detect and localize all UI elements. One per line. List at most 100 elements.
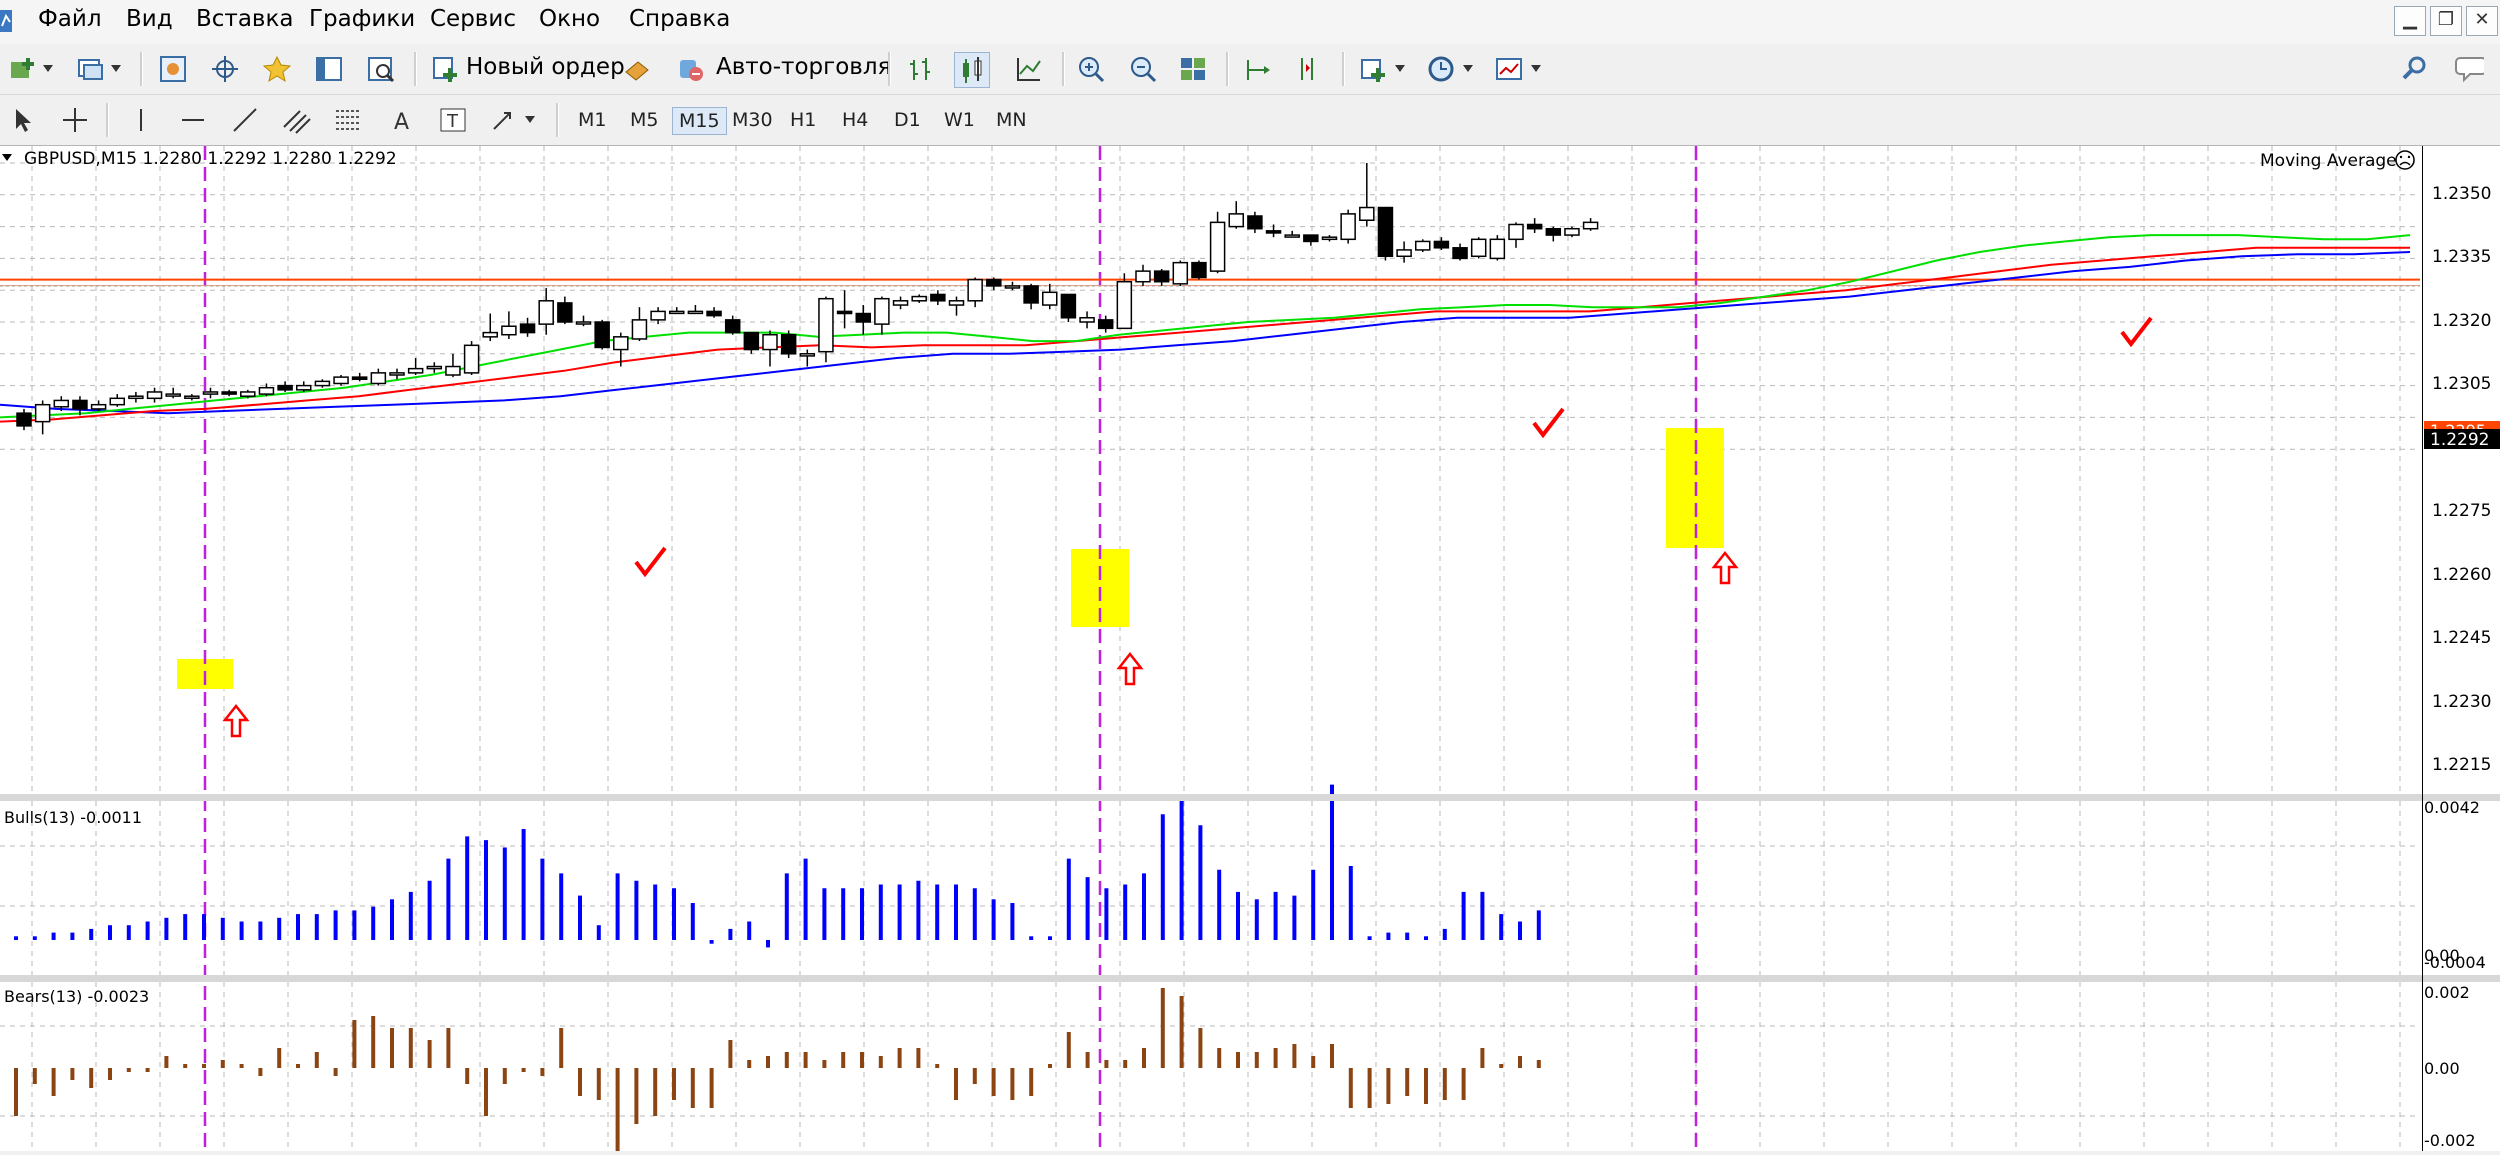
menu-tools[interactable]: Сервис [430, 6, 516, 32]
timeframe-w1[interactable]: W1 [938, 107, 981, 133]
timeframe-m30[interactable]: M30 [726, 107, 779, 133]
new-order-icon[interactable] [428, 52, 462, 86]
chevron-down-icon[interactable] [106, 52, 126, 86]
equidistant-channel-icon[interactable] [280, 103, 314, 137]
vertical-line-icon[interactable] [124, 103, 158, 137]
chevron-down-icon[interactable] [2, 154, 12, 161]
candle-body [1209, 221, 1226, 272]
chevron-down-icon[interactable] [38, 52, 58, 86]
fibonacci-icon[interactable] [332, 103, 366, 137]
candle-body [557, 302, 573, 323]
candle-body [1060, 293, 1077, 319]
indicators-icon[interactable] [1356, 52, 1390, 86]
price-scale: 1.2350 1.2335 1.2320 1.2305 1.2275 1.226… [2432, 184, 2491, 775]
candle-body [351, 376, 368, 380]
restore-button[interactable]: ❐ [2430, 6, 2462, 36]
chevron-down-icon[interactable] [1390, 52, 1410, 86]
timeframe-m15[interactable]: M15 [672, 107, 727, 135]
menu-help[interactable]: Справка [629, 6, 730, 32]
candle-body [16, 412, 32, 427]
candle-body [389, 372, 405, 376]
market-watch-icon[interactable] [156, 52, 190, 86]
timeframe-h4[interactable]: H4 [836, 107, 874, 133]
candle-body [1321, 236, 1338, 241]
zoom-in-icon[interactable] [1074, 52, 1108, 86]
bears-scale-tick: 0.00 [2424, 1059, 2460, 1078]
arrows-icon[interactable] [488, 103, 522, 137]
horizontal-line-icon[interactable] [176, 103, 210, 137]
timeframe-m1[interactable]: M1 [572, 107, 612, 133]
chart-window[interactable]: GBPUSD,M15 1.2280 1.2292 1.2280 1.2292 M… [0, 146, 2500, 1155]
candle-body [1079, 317, 1095, 323]
bulls-scale-tick: 0.0042 [2424, 798, 2480, 817]
auto-scroll-icon[interactable] [1292, 52, 1326, 86]
candle-body [669, 310, 685, 315]
search-icon[interactable] [2398, 52, 2432, 86]
candlestick-chart-icon[interactable] [954, 52, 990, 88]
candle-body [407, 367, 424, 374]
panel-splitter[interactable] [0, 975, 2500, 982]
chevron-down-icon[interactable] [1526, 52, 1546, 86]
price-chart[interactable]: GBPUSD,M15 1.2280 1.2292 1.2280 1.2292 M… [0, 146, 2500, 1155]
chevron-down-icon[interactable] [1458, 52, 1478, 86]
bar-chart-icon[interactable] [904, 52, 938, 86]
profiles-icon[interactable] [74, 52, 108, 86]
menu-view[interactable]: Вид [126, 6, 173, 32]
text-label-icon[interactable]: T [436, 103, 470, 137]
candle-body [1582, 221, 1599, 230]
new-chart-icon[interactable] [6, 52, 40, 86]
symbol-header: GBPUSD,M15 1.2280 1.2292 1.2280 1.2292 [24, 149, 397, 169]
bulls-indicator-label: Bulls(13) -0.0011 [4, 808, 142, 827]
minimize-button[interactable]: ▁ [2394, 6, 2426, 36]
auto-trading-button[interactable]: Авто-торговля [716, 54, 891, 80]
timeframe-mn[interactable]: MN [990, 107, 1033, 133]
tester-icon[interactable] [364, 52, 398, 86]
timeframe-m5[interactable]: M5 [624, 107, 664, 133]
price-tick: 1.2260 [2432, 565, 2491, 585]
timeframe-h1[interactable]: H1 [784, 107, 822, 133]
close-button[interactable]: ✕ [2466, 6, 2498, 36]
chat-icon[interactable] [2450, 52, 2484, 86]
bulls-power-bars [14, 784, 1541, 948]
chart-shift-icon[interactable] [1240, 52, 1274, 86]
menu-insert[interactable]: Вставка [196, 6, 293, 32]
line-chart-icon[interactable] [1012, 52, 1046, 86]
menu-charts[interactable]: Графики [309, 6, 415, 32]
bears-indicator-label: Bears(13) -0.0023 [4, 987, 149, 1006]
menu-file[interactable]: Файл [38, 6, 102, 32]
menu-window[interactable]: Окно [539, 6, 600, 32]
candle-body [1526, 223, 1543, 230]
auto-trading-icon[interactable] [674, 52, 708, 86]
candle-body [1135, 270, 1151, 283]
current-price-label: 1.2292 [2430, 430, 2489, 450]
candle-body [594, 321, 610, 349]
candle-body [333, 376, 349, 385]
candle-body [128, 395, 144, 400]
crosshair-icon[interactable] [208, 52, 242, 86]
candle-body [445, 365, 461, 376]
terminal-icon[interactable] [312, 52, 346, 86]
templates-icon[interactable] [1492, 52, 1526, 86]
metaeditor-icon[interactable] [620, 52, 654, 86]
cursor-icon[interactable] [6, 103, 40, 137]
navigator-icon[interactable] [260, 52, 294, 86]
chevron-down-icon[interactable] [520, 103, 540, 137]
candle-body [948, 300, 965, 306]
zoom-out-icon[interactable] [1126, 52, 1160, 86]
panel-splitter[interactable] [0, 794, 2500, 801]
toolbar-separator [106, 103, 109, 137]
tile-windows-icon[interactable] [1176, 52, 1210, 86]
new-order-button[interactable]: Новый ордер [466, 54, 625, 80]
crosshair-cursor-icon[interactable] [58, 103, 92, 137]
signal-marks [222, 316, 2153, 738]
bears-power-bars [14, 988, 1541, 1155]
candle-body [1004, 285, 1021, 289]
text-icon[interactable]: A [384, 103, 418, 137]
indicator-label: Moving Average [2260, 151, 2397, 171]
candle-body [165, 393, 181, 397]
candle-body [184, 395, 200, 399]
trendline-icon[interactable] [228, 103, 262, 137]
periods-clock-icon[interactable] [1424, 52, 1458, 86]
timeframe-d1[interactable]: D1 [888, 107, 927, 133]
svg-text:A: A [394, 110, 409, 135]
